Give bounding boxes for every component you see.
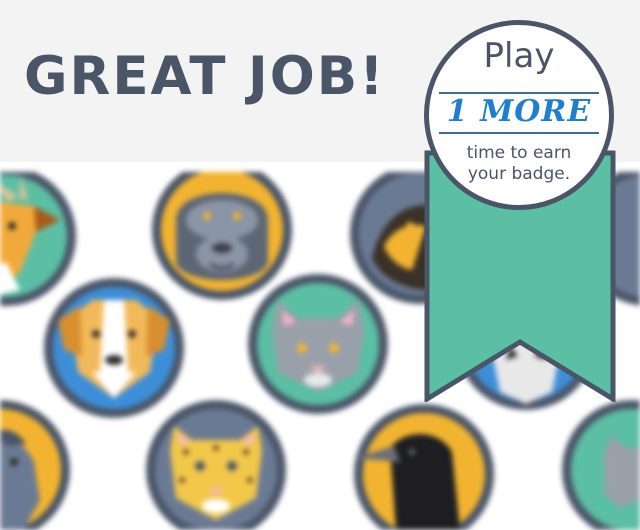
badge-horse bbox=[0, 400, 70, 530]
seal-caption-line-1: time to earn bbox=[466, 143, 572, 163]
seal-caption-line-2: your badge. bbox=[467, 164, 571, 184]
badge-gorilla bbox=[152, 172, 292, 300]
badge-antelope bbox=[0, 172, 76, 306]
seal-play-label: Play bbox=[483, 36, 555, 76]
seal-highlight-text: 1 MORE bbox=[446, 94, 592, 129]
seal-caption: time to earn your badge. bbox=[435, 143, 603, 185]
badge-leopard bbox=[146, 400, 286, 530]
seal-divider-bottom bbox=[439, 132, 599, 134]
badge-crow bbox=[354, 404, 494, 530]
gorilla-icon bbox=[176, 193, 268, 280]
page-title: GREAT JOB! bbox=[24, 46, 386, 107]
reward-seal: Play 1 MORE time to earn your badge. bbox=[424, 20, 614, 210]
badge-cat bbox=[248, 274, 388, 414]
badge-dog bbox=[44, 278, 184, 418]
badge-partial-bottom-right bbox=[562, 400, 640, 530]
